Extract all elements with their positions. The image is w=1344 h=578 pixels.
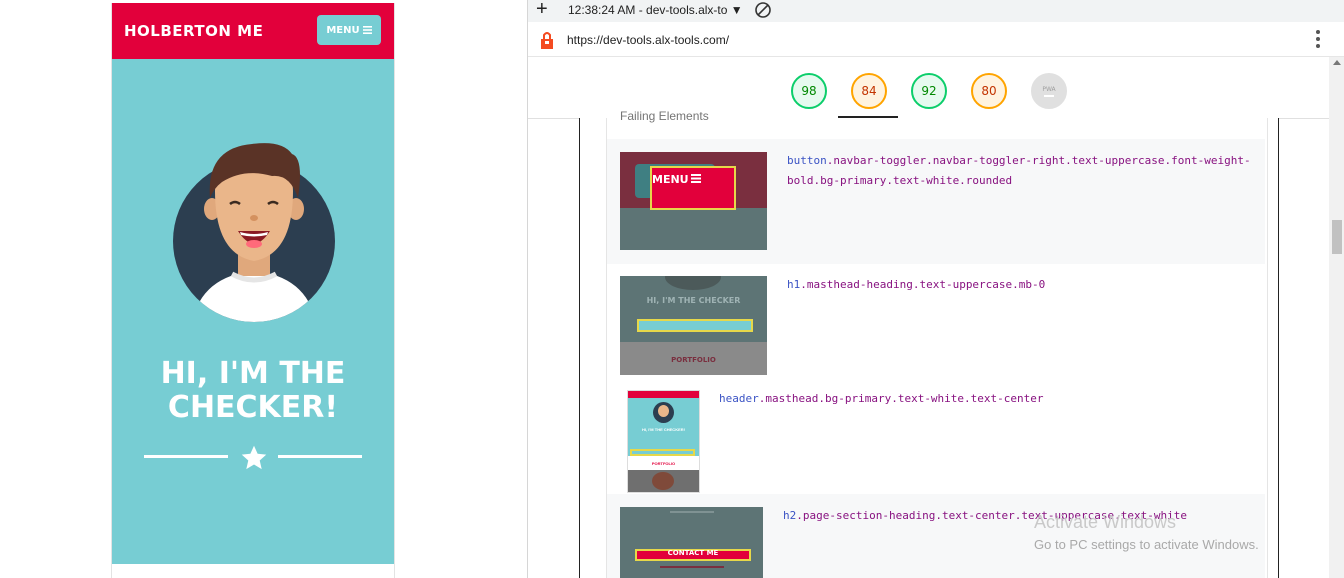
thumb-text: HI, I'M THE CHECKER! (642, 427, 685, 432)
section-label: Failing Elements (620, 109, 709, 123)
scroll-up-icon[interactable] (1333, 60, 1341, 65)
table-row[interactable]: HI, I'M THE CHECKER PORTFOLIO h1.masthea… (607, 264, 1265, 377)
thumb-text-2: PORTFOLIO (651, 461, 676, 466)
page-url[interactable]: https://dev-tools.alx-tools.com/ (567, 33, 729, 47)
gauge-value: 84 (861, 84, 877, 98)
element-selector: header.masthead.bg-primary.text-white.te… (719, 389, 1259, 409)
hero-line-2: CHECKER! (167, 390, 339, 425)
navbar: HOLBERTON ME MENU (112, 3, 394, 59)
element-screenshot: MENU (620, 152, 767, 250)
menu-button[interactable]: MENU (317, 15, 381, 45)
table-row[interactable]: CONTACT ME h2.page-section-heading.text-… (607, 494, 1265, 578)
thumb-text-2: PORTFOLIO (671, 356, 716, 364)
hamburger-icon (691, 174, 701, 183)
hero-heading: HI, I'M THE CHECKER! (112, 357, 394, 425)
selector-classes: .masthead.bg-primary.text-white.text-cen… (758, 392, 1044, 405)
selector-tag: h1 (787, 278, 801, 291)
report-time: 12:38:24 AM - dev-tools.alx-to (568, 3, 728, 17)
element-selector: button.navbar-toggler.navbar-toggler-rig… (787, 151, 1257, 191)
masthead: HI, I'M THE CHECKER! (112, 59, 394, 564)
mobile-preview: HOLBERTON ME MENU HI, I'M THE CHECKER! (111, 3, 395, 578)
scrollbar-thumb[interactable] (1332, 220, 1342, 254)
gauge-value: 80 (981, 84, 997, 98)
selector-tag: button (787, 154, 827, 167)
selector-tag: h2 (783, 509, 797, 522)
hamburger-icon (362, 26, 372, 34)
element-screenshot: HI, I'M THE CHECKER! PORTFOLIO (627, 390, 700, 493)
selector-classes: .navbar-toggler.navbar-toggler-right.tex… (826, 154, 1251, 167)
devtools-toolbar: + 12:38:24 AM - dev-tools.alx-to ▼ (528, 0, 1344, 23)
divider-line-right (278, 455, 362, 458)
lighthouse-icon (541, 32, 553, 49)
audit-details: Failing Elements MENU button.navbar-togg… (579, 109, 1279, 578)
thumb-text: CONTACT ME (667, 549, 719, 557)
star-icon (241, 445, 267, 470)
best-practices-gauge[interactable]: 92 (911, 73, 947, 109)
gauge-value: 92 (921, 84, 937, 98)
url-bar: https://dev-tools.alx-tools.com/ (528, 22, 1344, 57)
plus-icon[interactable]: + (536, 0, 548, 21)
report-selector[interactable]: 12:38:24 AM - dev-tools.alx-to ▼ (568, 3, 743, 17)
gauge-value: 98 (801, 84, 817, 98)
element-selector: h2.page-section-heading.text-center.text… (783, 506, 1263, 526)
element-selector: h1.masthead-heading.text-uppercase.mb-0 (787, 275, 1257, 295)
table-row[interactable]: MENU button.navbar-toggler.navbar-toggle… (607, 139, 1265, 264)
dropdown-icon: ▼ (730, 3, 743, 17)
divider-line-left (144, 455, 228, 458)
gauge-value: PWA (1042, 85, 1056, 93)
selector-classes: .masthead-heading.text-uppercase.mb-0 (800, 278, 1046, 291)
activate-windows-subtitle: Go to PC settings to activate Windows. (1034, 537, 1259, 552)
scrollbar[interactable] (1329, 57, 1344, 578)
more-options-icon[interactable] (1316, 30, 1320, 51)
devtools-panel: + 12:38:24 AM - dev-tools.alx-to ▼ https… (527, 0, 1344, 578)
selector-tag: header (719, 392, 759, 405)
clear-icon[interactable] (754, 1, 772, 19)
performance-gauge[interactable]: 98 (791, 73, 827, 109)
menu-label: MENU (326, 24, 360, 36)
brand-logo[interactable]: HOLBERTON ME (124, 22, 263, 40)
star-divider (144, 444, 364, 474)
table-row[interactable]: HI, I'M THE CHECKER! PORTFOLIO header.ma… (607, 377, 1265, 494)
thumb-text: HI, I'M THE CHECKER (646, 296, 741, 305)
pwa-gauge[interactable]: PWA (1031, 73, 1067, 109)
hero-line-1: HI, I'M THE (160, 356, 346, 391)
seo-gauge[interactable]: 80 (971, 73, 1007, 109)
avatar (173, 143, 335, 322)
failing-elements-table: Failing Elements MENU button.navbar-togg… (606, 109, 1268, 578)
element-screenshot: CONTACT ME (620, 507, 763, 578)
activate-windows-title: Activate Windows (1034, 512, 1177, 532)
selector-classes-cont: bold.bg-primary.text-white.rounded (787, 174, 1013, 187)
element-screenshot: HI, I'M THE CHECKER PORTFOLIO (620, 276, 767, 375)
accessibility-gauge[interactable]: 84 (851, 73, 887, 109)
thumb-text: MENU (652, 173, 689, 186)
